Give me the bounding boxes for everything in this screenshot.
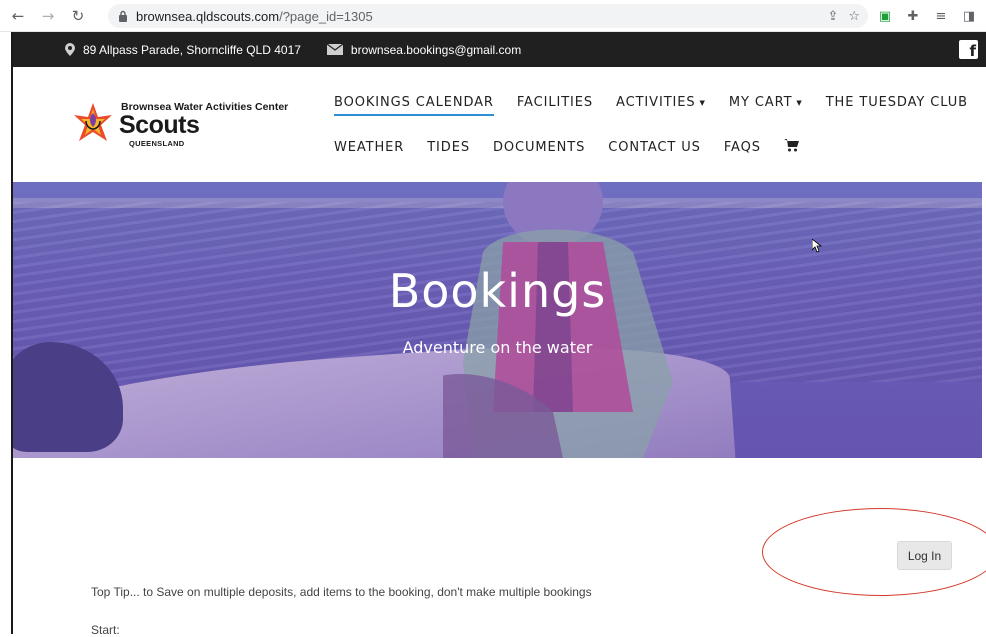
hero-person-illustration — [443, 182, 673, 458]
menu-item-documents[interactable]: DOCUMENTS — [493, 140, 585, 160]
extension-screen-icon[interactable]: ▣ — [876, 7, 894, 25]
side-panel-icon[interactable]: ◨ — [960, 7, 978, 25]
menu-item-label: FAQS — [723, 140, 761, 155]
facebook-icon[interactable]: f — [959, 40, 978, 59]
extensions-puzzle-icon[interactable]: ✚ — [904, 7, 922, 25]
main-menu-row-1: BOOKINGS CALENDAR FACILITIES ACTIVITIES ▼… — [334, 95, 986, 116]
menu-item-label: WEATHER — [334, 140, 405, 155]
caret-down-icon: ▼ — [699, 98, 706, 107]
hero-subtitle: Adventure on the water — [402, 338, 593, 357]
menu-item-label: BOOKINGS CALENDAR — [334, 95, 494, 110]
envelope-icon — [326, 44, 343, 55]
menu-item-tuesday-club[interactable]: THE TUESDAY CLUB — [826, 95, 968, 116]
main-menu-row-2: WEATHER TIDES DOCUMENTS CONTACT US FAQS — [334, 139, 822, 160]
share-icon[interactable]: ⇪ — [827, 9, 838, 24]
menu-item-weather[interactable]: WEATHER — [334, 140, 404, 160]
menu-item-faqs[interactable]: FAQS — [724, 140, 761, 160]
scouts-fleur-de-lis-icon — [74, 103, 112, 141]
hero-title: Bookings — [388, 264, 607, 318]
site-header: Brownsea Water Activities Center Scouts … — [13, 67, 986, 182]
booking-tip-text: Top Tip... to Save on multiple deposits,… — [91, 585, 592, 599]
browser-toolbar: ← → ↻ brownsea.qldscouts.com/?page_id=13… — [0, 0, 986, 32]
caret-down-icon: ▼ — [796, 98, 803, 107]
menu-item-activities[interactable]: ACTIVITIES ▼ — [616, 95, 706, 116]
log-in-button[interactable]: Log In — [897, 541, 952, 570]
address-item: 89 Allpass Parade, Shorncliffe QLD 4017 — [65, 43, 301, 57]
annotation-circle — [762, 508, 986, 596]
address-bar[interactable]: brownsea.qldscouts.com/?page_id=1305 ⇪ ☆ — [108, 4, 868, 28]
menu-item-label: DOCUMENTS — [492, 140, 586, 155]
menu-item-facilities[interactable]: FACILITIES — [517, 95, 593, 116]
email-item[interactable]: brownsea.bookings@gmail.com — [326, 43, 521, 57]
menu-item-label: MY CART — [728, 95, 793, 110]
mouse-cursor-icon — [812, 239, 822, 253]
map-pin-icon — [65, 43, 75, 56]
url-path: /?page_id=1305 — [279, 8, 373, 24]
menu-item-label: CONTACT US — [608, 140, 701, 155]
email-link[interactable]: brownsea.bookings@gmail.com — [351, 43, 521, 57]
logo-subtitle: QUEENSLAND — [129, 139, 185, 148]
shopping-cart-icon — [783, 139, 799, 152]
site-logo[interactable]: Brownsea Water Activities Center Scouts … — [71, 97, 311, 153]
menu-item-cart[interactable] — [783, 139, 799, 160]
menu-item-label: THE TUESDAY CLUB — [825, 95, 968, 110]
menu-item-bookings-calendar[interactable]: BOOKINGS CALENDAR — [334, 95, 494, 116]
logo-brand: Scouts — [119, 111, 200, 139]
menu-item-label: TIDES — [427, 140, 470, 155]
hero-banner: Bookings Adventure on the water — [13, 182, 982, 458]
menu-item-label: ACTIVITIES — [616, 95, 696, 110]
url-host: brownsea.qldscouts.com — [136, 8, 280, 24]
lock-icon — [119, 10, 127, 22]
address-text: 89 Allpass Parade, Shorncliffe QLD 4017 — [83, 42, 301, 57]
menu-item-tides[interactable]: TIDES — [427, 140, 470, 160]
start-label: Start: — [91, 623, 120, 637]
menu-item-label: FACILITIES — [516, 95, 594, 110]
menu-item-contact-us[interactable]: CONTACT US — [608, 140, 701, 160]
bookmark-star-icon[interactable]: ☆ — [848, 9, 860, 24]
forward-arrow-icon[interactable]: → — [36, 4, 60, 28]
menu-item-my-cart[interactable]: MY CART ▼ — [729, 95, 803, 116]
reading-list-icon[interactable]: ≡ — [932, 7, 950, 25]
reload-icon[interactable]: ↻ — [66, 4, 90, 28]
top-info-bar: 89 Allpass Parade, Shorncliffe QLD 4017 … — [13, 32, 986, 67]
url-text: brownsea.qldscouts.com/?page_id=1305 — [136, 9, 373, 24]
back-arrow-icon[interactable]: ← — [6, 4, 30, 28]
